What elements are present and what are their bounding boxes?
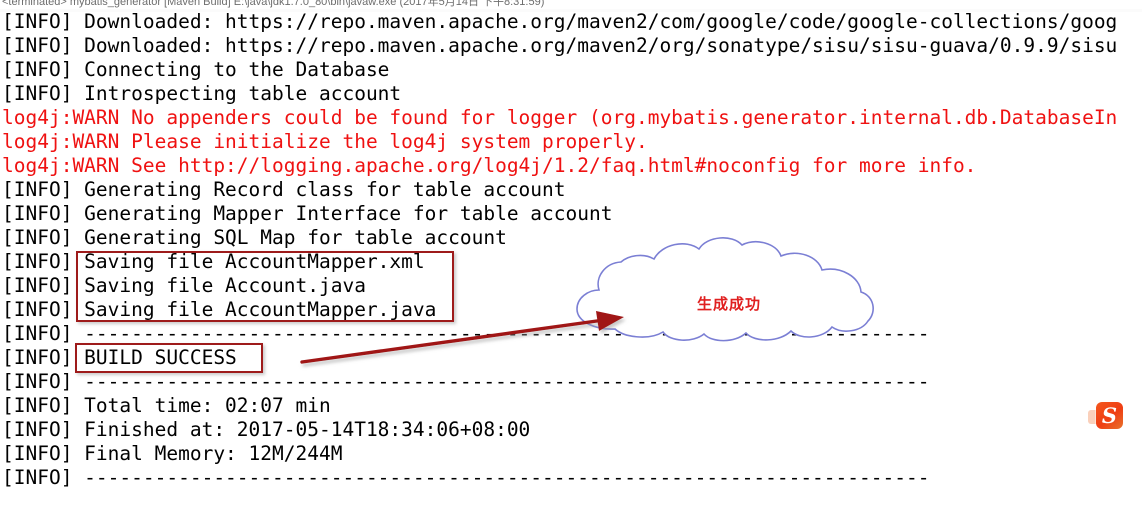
console-line: [INFO] Total time: 02:07 min <box>2 394 331 417</box>
console-line: [INFO] Generating Mapper Interface for t… <box>2 202 613 225</box>
console-line: [INFO] Introspecting table account <box>2 82 402 105</box>
console-line: [INFO] Finished at: 2017-05-14T18:34:06+… <box>2 418 531 441</box>
console-line: [INFO] Downloaded: https://repo.maven.ap… <box>2 34 1118 57</box>
watermark-badge: S <box>1096 402 1123 429</box>
console-line: log4j:WARN See http://logging.apache.org… <box>2 154 977 177</box>
screenshot-root: <terminated> mybatis_generator [Maven Bu… <box>0 0 1142 515</box>
window-title: <terminated> mybatis_generator [Maven Bu… <box>2 0 545 8</box>
console-line: [INFO] ---------------------------------… <box>2 466 930 489</box>
highlight-box-saving-files <box>76 251 454 322</box>
console-line: [INFO] Connecting to the Database <box>2 58 390 81</box>
console-line: [INFO] ---------------------------------… <box>2 370 930 393</box>
console-line: [INFO] Generating SQL Map for table acco… <box>2 226 507 249</box>
console-line: [INFO] Generating Record class for table… <box>2 178 566 201</box>
console-line: [INFO] Final Memory: 12M/244M <box>2 442 343 465</box>
console-line: log4j:WARN No appenders could be found f… <box>2 106 1118 129</box>
watermark-letter: S <box>1101 403 1118 428</box>
console-line: [INFO] Downloaded: https://repo.maven.ap… <box>2 10 1118 33</box>
console-line: log4j:WARN Please initialize the log4j s… <box>2 130 648 153</box>
highlight-box-build-success <box>75 343 263 373</box>
cloud-callout-text: 生成成功 <box>696 295 761 313</box>
